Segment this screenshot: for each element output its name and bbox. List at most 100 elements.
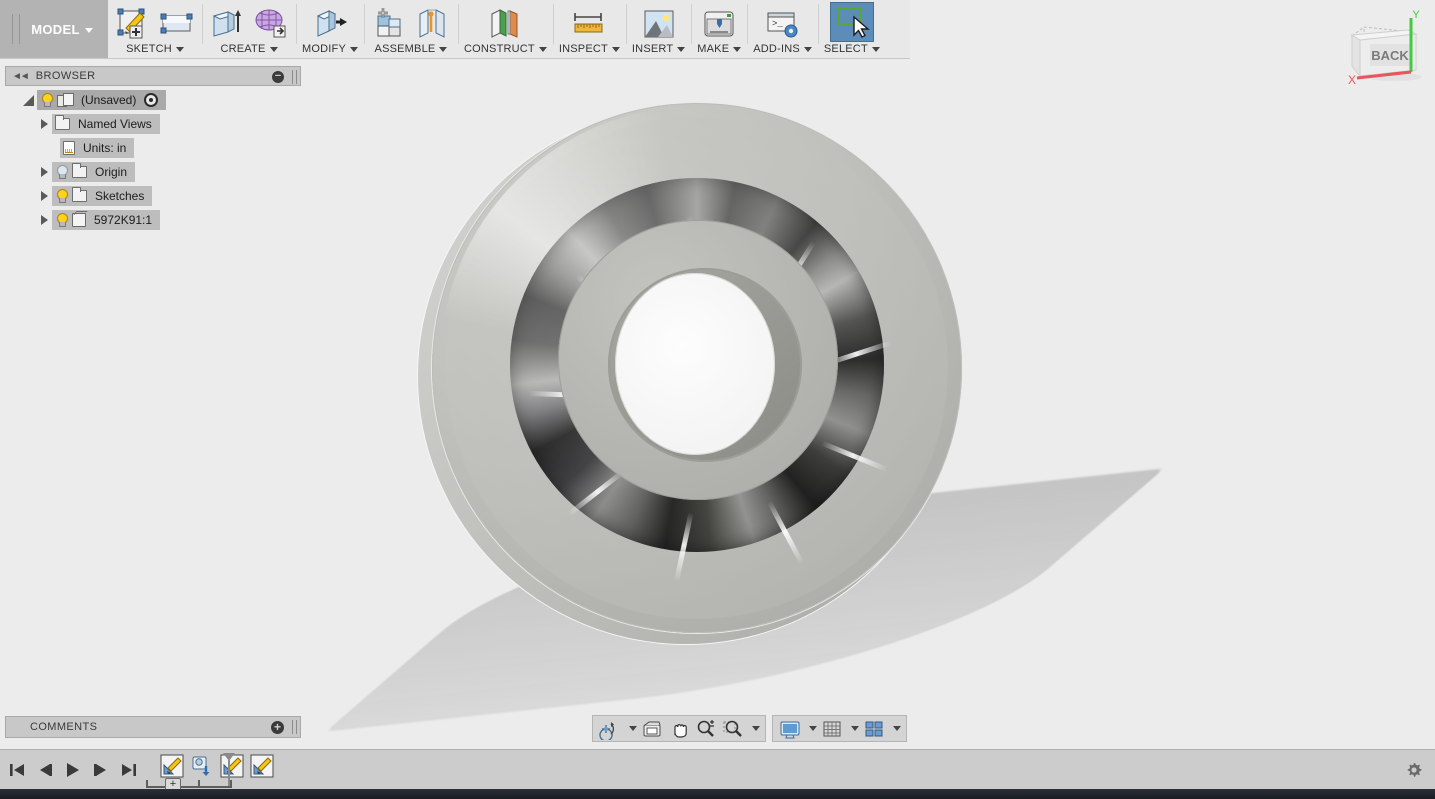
panel-resize-grip[interactable]	[292, 70, 297, 84]
tree-item-part[interactable]: 5972K91:1	[5, 210, 301, 230]
timeline-feature-sketch[interactable]	[160, 754, 184, 778]
chevron-down-icon[interactable]	[733, 46, 742, 52]
joint-icon[interactable]	[414, 6, 452, 42]
zoom-window-icon[interactable]	[721, 718, 745, 740]
ribbon-group-construct: CONSTRUCT	[457, 0, 553, 58]
chevron-down-icon[interactable]	[851, 726, 859, 731]
ribbon-label-insert: INSERT	[631, 43, 674, 55]
light-bulb-icon[interactable]	[55, 165, 68, 179]
disclosure-closed-icon[interactable]	[41, 119, 48, 129]
grid-snap-icon[interactable]	[820, 718, 844, 740]
tree-item-root[interactable]: (Unsaved)	[5, 90, 301, 110]
ribbon-group-sketch: SKETCH	[108, 0, 202, 58]
sketch-plane-icon[interactable]	[158, 6, 196, 42]
body-icon	[72, 213, 86, 227]
tree-item-sketches[interactable]: Sketches	[5, 186, 301, 206]
chevron-down-icon[interactable]	[439, 46, 448, 52]
tree-item-label: Origin	[95, 165, 128, 179]
ribbon-label-modify: MODIFY	[302, 43, 346, 55]
measure-icon[interactable]	[570, 6, 608, 42]
go-to-end-icon[interactable]	[120, 760, 138, 780]
chevron-down-icon[interactable]	[803, 46, 812, 52]
disclosure-closed-icon[interactable]	[41, 191, 48, 201]
os-taskbar-strip	[0, 789, 1435, 799]
disclosure-closed-icon[interactable]	[41, 167, 48, 177]
offset-plane-icon[interactable]	[486, 6, 524, 42]
tree-item-label: (Unsaved)	[81, 93, 137, 107]
chevron-down-icon[interactable]	[752, 726, 760, 731]
chevron-down-icon[interactable]	[538, 46, 547, 52]
ribbon-label-inspect: INSPECT	[558, 43, 608, 55]
component-icon	[57, 93, 74, 107]
light-bulb-icon[interactable]	[55, 213, 68, 227]
chevron-down-icon[interactable]	[629, 726, 637, 731]
display-settings-icon[interactable]	[778, 718, 802, 740]
folder-icon	[55, 115, 70, 130]
3d-print-icon[interactable]	[700, 6, 738, 42]
extrude-icon[interactable]	[208, 6, 246, 42]
ribbon-group-modify: MODIFY	[296, 0, 364, 58]
ribbon-group-make: MAKE	[691, 0, 747, 58]
scripts-addins-icon[interactable]: >_	[764, 6, 802, 42]
comments-panel[interactable]: COMMENTS +	[5, 716, 301, 738]
look-at-icon[interactable]	[640, 718, 664, 740]
tree-item-units[interactable]: Units: in	[5, 138, 301, 158]
view-cube[interactable]: BACK Y X	[1330, 4, 1434, 108]
timeline-feature-insert-mcmaster[interactable]	[190, 754, 214, 778]
tree-item-label: Sketches	[95, 189, 145, 203]
collapse-left-icon[interactable]: ◄◄	[12, 71, 30, 82]
tree-item-named-views[interactable]: Named Views	[5, 114, 301, 134]
chevron-down-icon[interactable]	[175, 46, 184, 52]
chevron-down-icon[interactable]	[611, 46, 620, 52]
zoom-icon[interactable]	[694, 718, 718, 740]
chevron-down-icon[interactable]	[893, 726, 901, 731]
pan-icon[interactable]	[667, 718, 691, 740]
disclosure-closed-icon[interactable]	[41, 215, 48, 225]
ribbon-group-addins: >_ ADD-INS	[747, 0, 818, 58]
go-to-beginning-icon[interactable]	[8, 760, 26, 780]
step-forward-icon[interactable]	[92, 760, 110, 780]
play-icon[interactable]	[64, 760, 82, 780]
timeline-feature-sketch[interactable]	[250, 754, 274, 778]
chevron-down-icon[interactable]	[871, 46, 880, 52]
viewports-icon[interactable]	[862, 718, 886, 740]
gear-icon[interactable]	[1405, 761, 1423, 779]
timeline-group-tick	[198, 780, 200, 788]
create-form-icon[interactable]	[252, 6, 290, 42]
browser-panel: ◄◄ BROWSER − (Unsaved) Named Views Units…	[5, 66, 301, 234]
browser-panel-header[interactable]: ◄◄ BROWSER −	[5, 66, 301, 86]
disclosure-open-icon[interactable]	[23, 94, 34, 106]
orbit-icon[interactable]	[598, 718, 622, 742]
display-tools-group	[772, 715, 907, 742]
new-component-icon[interactable]	[370, 6, 408, 42]
chevron-down-icon[interactable]	[809, 726, 817, 731]
ribbon-label-select: SELECT	[823, 43, 868, 55]
press-pull-icon[interactable]	[311, 6, 349, 42]
create-sketch-icon[interactable]	[114, 6, 152, 42]
add-comment-icon[interactable]: +	[271, 721, 284, 734]
bearing-bore	[615, 273, 775, 455]
chevron-down-icon[interactable]	[84, 27, 93, 33]
comments-panel-title: COMMENTS	[30, 721, 98, 733]
bearing-model[interactable]	[325, 100, 1165, 732]
chevron-down-icon[interactable]	[349, 46, 358, 52]
ribbon-grip	[12, 14, 20, 44]
tree-item-origin[interactable]: Origin	[5, 162, 301, 182]
panel-resize-grip[interactable]	[292, 720, 297, 734]
navigation-bar	[592, 715, 907, 742]
activate-component-icon[interactable]	[144, 93, 159, 107]
chevron-down-icon[interactable]	[269, 46, 278, 52]
minimize-icon[interactable]: −	[272, 71, 284, 83]
light-bulb-icon[interactable]	[55, 189, 68, 203]
timeline-marker-icon[interactable]	[222, 752, 236, 786]
chevron-down-icon[interactable]	[677, 46, 686, 52]
fusion-360-window: BACK Y X MODEL SKETCH CREATE MODIFY ASSE…	[0, 0, 1435, 799]
tree-item-label: Named Views	[78, 117, 152, 131]
insert-image-icon[interactable]	[640, 6, 678, 42]
workspace-tab-model[interactable]: MODEL	[0, 0, 108, 58]
light-bulb-icon[interactable]	[40, 93, 53, 107]
step-back-icon[interactable]	[36, 760, 54, 780]
browser-tree: (Unsaved) Named Views Units: in Origin S…	[5, 86, 301, 230]
ribbon-label-create: CREATE	[220, 43, 266, 55]
select-window-icon[interactable]	[829, 2, 874, 42]
